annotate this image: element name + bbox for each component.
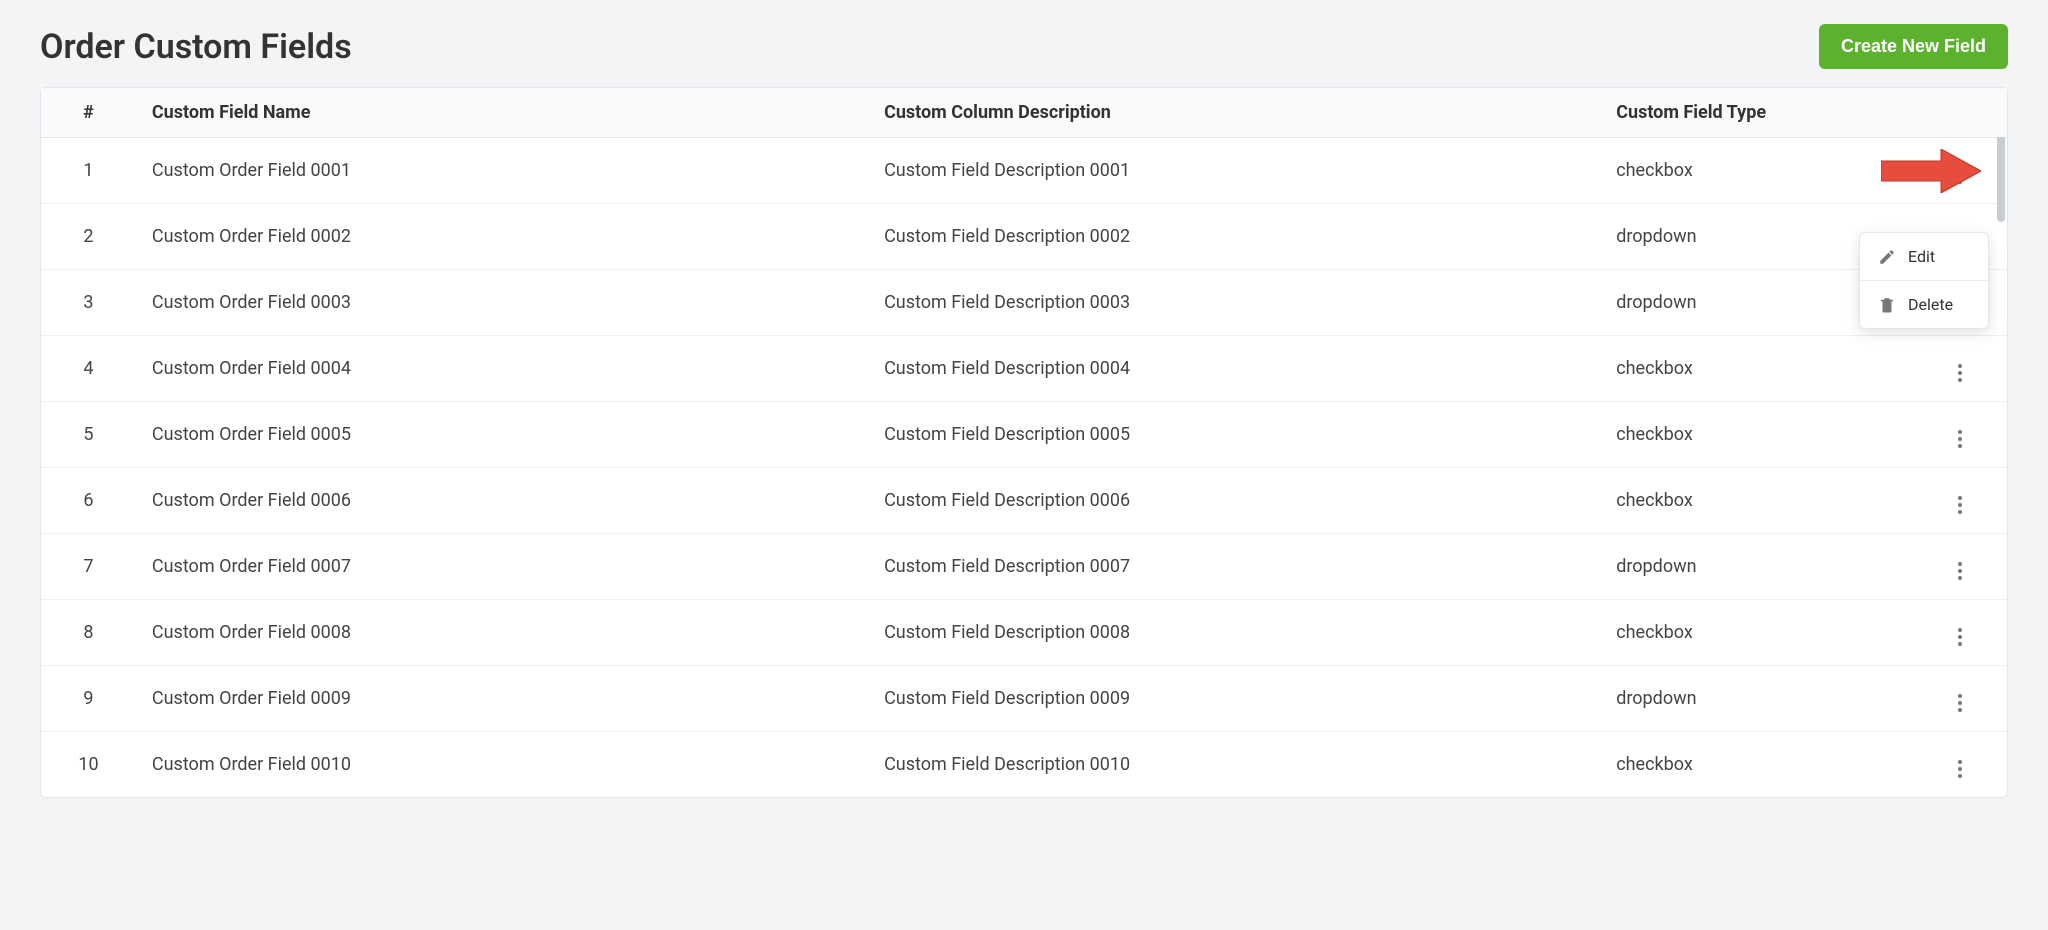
- row-actions-cell: [1912, 534, 2007, 600]
- trash-icon: [1878, 296, 1896, 314]
- row-field-name: Custom Order Field 0005: [136, 402, 868, 468]
- menu-item-edit[interactable]: Edit: [1860, 233, 1988, 280]
- row-number: 7: [41, 534, 136, 600]
- row-actions-cell: [1912, 336, 2007, 402]
- pencil-icon: [1878, 248, 1896, 266]
- row-field-description: Custom Field Description 0001: [868, 138, 1600, 204]
- table-row: 1Custom Order Field 0001Custom Field Des…: [41, 138, 2007, 204]
- custom-fields-table: # Custom Field Name Custom Column Descri…: [41, 88, 2007, 797]
- row-field-description: Custom Field Description 0003: [868, 270, 1600, 336]
- table-row: 9Custom Order Field 0009Custom Field Des…: [41, 666, 2007, 732]
- custom-fields-table-container: # Custom Field Name Custom Column Descri…: [40, 87, 2008, 798]
- menu-item-delete-label: Delete: [1908, 295, 1953, 314]
- table-row: 3Custom Order Field 0003Custom Field Des…: [41, 270, 2007, 336]
- row-number: 1: [41, 138, 136, 204]
- row-number: 2: [41, 204, 136, 270]
- row-actions-cell: [1912, 138, 2007, 204]
- table-row: 6Custom Order Field 0006Custom Field Des…: [41, 468, 2007, 534]
- col-header-name: Custom Field Name: [136, 88, 868, 138]
- row-actions-cell: [1912, 732, 2007, 798]
- table-row: 2Custom Order Field 0002Custom Field Des…: [41, 204, 2007, 270]
- menu-item-edit-label: Edit: [1908, 247, 1935, 266]
- col-header-number: #: [41, 88, 136, 138]
- table-row: 4Custom Order Field 0004Custom Field Des…: [41, 336, 2007, 402]
- row-field-name: Custom Order Field 0001: [136, 138, 868, 204]
- row-actions-cell: [1912, 666, 2007, 732]
- row-field-type: checkbox: [1600, 138, 1912, 204]
- row-field-name: Custom Order Field 0009: [136, 666, 868, 732]
- row-field-type: dropdown: [1600, 534, 1912, 600]
- row-field-description: Custom Field Description 0009: [868, 666, 1600, 732]
- row-field-type: checkbox: [1600, 468, 1912, 534]
- row-field-description: Custom Field Description 0010: [868, 732, 1600, 798]
- row-field-description: Custom Field Description 0006: [868, 468, 1600, 534]
- row-actions-kebab-icon[interactable]: [1948, 493, 1972, 517]
- row-field-name: Custom Order Field 0006: [136, 468, 868, 534]
- page-title: Order Custom Fields: [40, 27, 352, 67]
- row-field-name: Custom Order Field 0008: [136, 600, 868, 666]
- row-actions-kebab-icon[interactable]: [1948, 361, 1972, 385]
- row-field-description: Custom Field Description 0005: [868, 402, 1600, 468]
- row-actions-kebab-icon[interactable]: [1948, 625, 1972, 649]
- row-field-type: dropdown: [1600, 666, 1912, 732]
- row-number: 6: [41, 468, 136, 534]
- table-row: 7Custom Order Field 0007Custom Field Des…: [41, 534, 2007, 600]
- row-number: 4: [41, 336, 136, 402]
- row-field-name: Custom Order Field 0010: [136, 732, 868, 798]
- create-new-field-button[interactable]: Create New Field: [1819, 24, 2008, 69]
- row-context-menu: Edit Delete: [1859, 232, 1989, 329]
- col-header-desc: Custom Column Description: [868, 88, 1600, 138]
- row-field-description: Custom Field Description 0002: [868, 204, 1600, 270]
- row-actions-kebab-icon[interactable]: [1948, 757, 1972, 781]
- row-number: 9: [41, 666, 136, 732]
- row-number: 3: [41, 270, 136, 336]
- row-number: 10: [41, 732, 136, 798]
- row-field-description: Custom Field Description 0007: [868, 534, 1600, 600]
- menu-item-delete[interactable]: Delete: [1860, 280, 1988, 328]
- row-field-description: Custom Field Description 0004: [868, 336, 1600, 402]
- table-row: 5Custom Order Field 0005Custom Field Des…: [41, 402, 2007, 468]
- col-header-actions: [1912, 88, 2007, 138]
- row-field-name: Custom Order Field 0007: [136, 534, 868, 600]
- row-number: 5: [41, 402, 136, 468]
- row-actions-kebab-icon[interactable]: [1948, 163, 1972, 187]
- row-number: 8: [41, 600, 136, 666]
- row-field-name: Custom Order Field 0002: [136, 204, 868, 270]
- row-field-name: Custom Order Field 0003: [136, 270, 868, 336]
- row-field-description: Custom Field Description 0008: [868, 600, 1600, 666]
- row-actions-kebab-icon[interactable]: [1948, 427, 1972, 451]
- row-field-type: checkbox: [1600, 600, 1912, 666]
- row-field-type: checkbox: [1600, 336, 1912, 402]
- col-header-type: Custom Field Type: [1600, 88, 1912, 138]
- table-row: 10Custom Order Field 0010Custom Field De…: [41, 732, 2007, 798]
- table-row: 8Custom Order Field 0008Custom Field Des…: [41, 600, 2007, 666]
- row-field-name: Custom Order Field 0004: [136, 336, 868, 402]
- row-actions-cell: [1912, 402, 2007, 468]
- row-actions-kebab-icon[interactable]: [1948, 691, 1972, 715]
- row-field-type: checkbox: [1600, 402, 1912, 468]
- row-actions-kebab-icon[interactable]: [1948, 559, 1972, 583]
- row-field-type: checkbox: [1600, 732, 1912, 798]
- row-actions-cell: [1912, 600, 2007, 666]
- row-actions-cell: [1912, 468, 2007, 534]
